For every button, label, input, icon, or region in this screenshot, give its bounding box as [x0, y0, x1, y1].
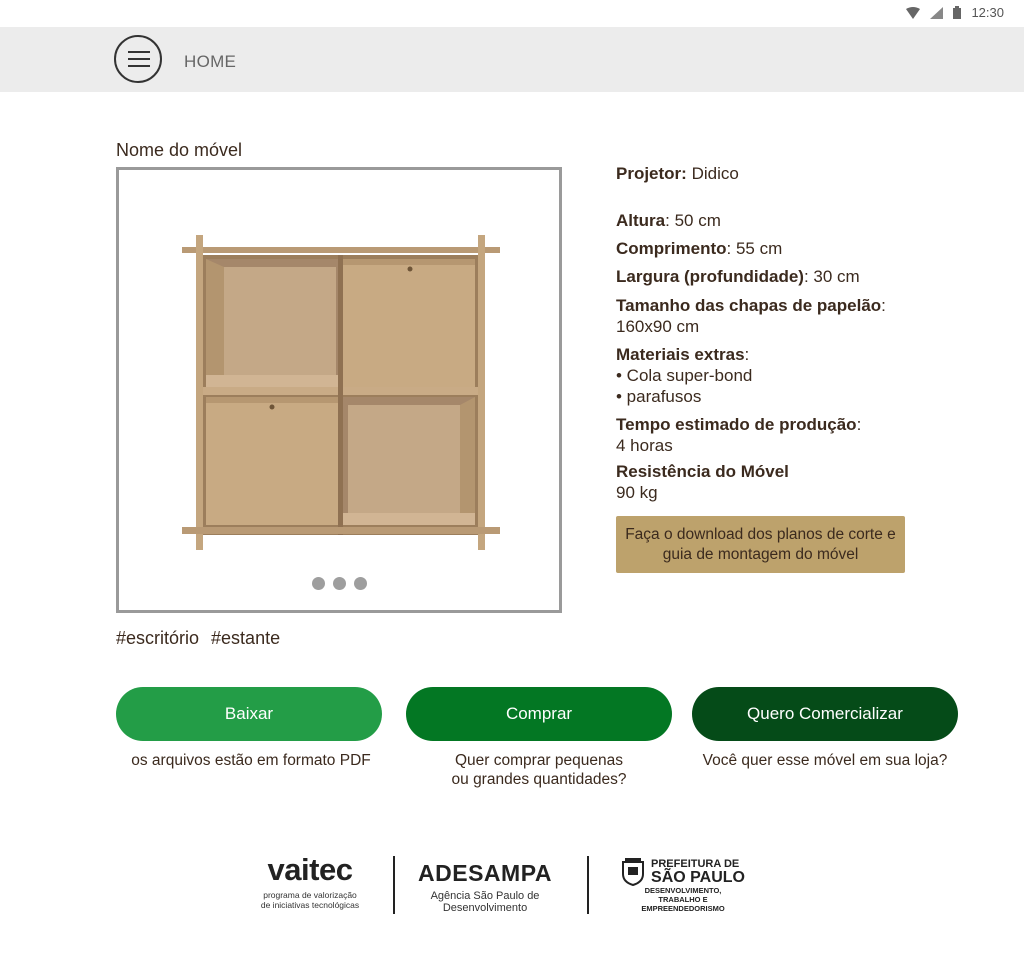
vaitec-logo: vaitec programa de valorização de inicia…: [260, 852, 360, 910]
spec-material-item: • Cola super-bond: [616, 366, 753, 385]
spec-comprimento: Comprimento: 55 cm: [616, 239, 783, 258]
tag-estante[interactable]: #estante: [211, 628, 280, 649]
carousel-dots: [119, 577, 559, 590]
menu-icon: [128, 51, 150, 53]
home-link[interactable]: HOME: [184, 52, 236, 72]
logo-divider: [393, 856, 395, 914]
tag-escritorio[interactable]: #escritório: [116, 628, 199, 649]
spec-materiais: Materiais extras: • Cola super-bond • pa…: [616, 345, 753, 406]
menu-button[interactable]: [114, 35, 162, 83]
product-image: [182, 235, 500, 550]
spec-material-item: • parafusos: [616, 387, 702, 406]
product-name: Nome do móvel: [116, 140, 243, 160]
spec-chapas: Tamanho das chapas de papelão: 160x90 cm: [616, 296, 886, 336]
carousel-dot-2[interactable]: [332, 577, 346, 590]
comprar-button[interactable]: Comprar: [406, 687, 672, 741]
logo-divider: [587, 856, 589, 914]
footer-logos: vaitec programa de valorização de inicia…: [250, 850, 750, 920]
status-icons: 12:30: [906, 5, 1004, 20]
baixar-button[interactable]: Baixar: [116, 687, 382, 741]
comercializar-button[interactable]: Quero Comercializar: [692, 687, 958, 741]
spec-projetor: Projetor: Didico: [616, 164, 739, 183]
baixar-note: os arquivos estão em formato PDF: [131, 752, 371, 769]
signal-icon: [930, 6, 944, 19]
carousel-dot-3[interactable]: [353, 577, 367, 590]
spec-resistencia: Resistência do Móvel 90 kg: [616, 462, 789, 502]
carousel-dot-1[interactable]: [311, 577, 325, 590]
spec-tempo: Tempo estimado de produção: 4 horas: [616, 415, 862, 455]
battery-icon: [953, 6, 962, 19]
app-header: HOME: [0, 27, 1024, 92]
city-crest-icon: [622, 858, 645, 886]
comprar-note: Quer comprar pequenas ou grandes quantid…: [451, 752, 627, 788]
status-bar: 12:30: [0, 0, 1024, 27]
tags: #escritório #estante: [116, 628, 280, 649]
download-plans-button[interactable]: Faça o download dos planos de corte e gu…: [616, 516, 905, 573]
prefeitura-logo: PREFEITURA DE SÃO PAULO DESENVOLVIMENTO,…: [616, 858, 750, 913]
product-image-carousel[interactable]: [116, 167, 562, 613]
wifi-icon: [906, 6, 921, 19]
spec-largura: Largura (profundidade): 30 cm: [616, 267, 860, 286]
spec-altura: Altura: 50 cm: [616, 211, 721, 230]
status-time: 12:30: [971, 5, 1004, 20]
comercializar-note: Você quer esse móvel em sua loja?: [702, 752, 948, 769]
adesampa-logo: ADESAMPA Agência São Paulo de Desenvolvi…: [418, 860, 552, 914]
